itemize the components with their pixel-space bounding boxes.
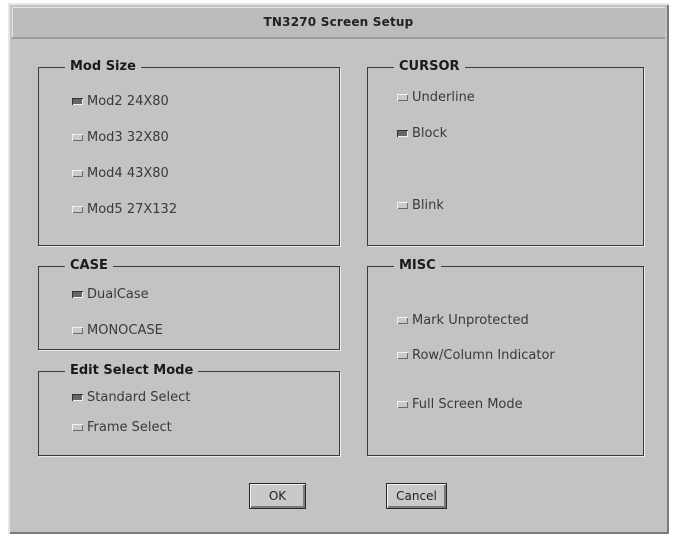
case-label: CASE [65, 258, 113, 273]
frame-select-indicator [72, 424, 83, 431]
cancel-button[interactable]: Cancel [386, 483, 447, 509]
case-group: CASE DualCase MONOCASE [38, 258, 340, 350]
mod-size-group: Mod Size Mod2 24X80 Mod3 32X80 Mod4 43X8… [38, 59, 340, 246]
dialog-window: TN3270 Screen Setup Mod Size Mod2 24X80 … [8, 3, 669, 534]
cursor-group: CURSOR Underline Block Blink [367, 59, 644, 246]
block-indicator [397, 130, 408, 137]
mark-unprotected-toggle[interactable]: Mark Unprotected [397, 313, 529, 328]
blink-label: Blink [412, 198, 444, 213]
full-screen-mode-label: Full Screen Mode [412, 397, 523, 412]
mod3-toggle[interactable]: Mod3 32X80 [72, 130, 169, 145]
edit-select-mode-label: Edit Select Mode [65, 363, 199, 378]
mod4-indicator [72, 170, 83, 177]
dualcase-indicator [72, 291, 83, 298]
block-label: Block [412, 126, 448, 141]
standard-select-label: Standard Select [87, 390, 191, 405]
mod2-indicator [72, 98, 83, 105]
mod5-indicator [72, 206, 83, 213]
frame-select-toggle[interactable]: Frame Select [72, 420, 172, 435]
cursor-label: CURSOR [394, 59, 465, 74]
mark-unprotected-label: Mark Unprotected [412, 313, 529, 328]
mark-unprotected-indicator [397, 317, 408, 324]
row-column-indicator-indicator [397, 352, 408, 359]
mod2-toggle[interactable]: Mod2 24X80 [72, 94, 169, 109]
mod5-label: Mod5 27X132 [87, 202, 178, 217]
mod2-label: Mod2 24X80 [87, 94, 169, 109]
mod3-indicator [72, 134, 83, 141]
misc-label: MISC [394, 258, 441, 273]
monocase-toggle[interactable]: MONOCASE [72, 323, 163, 338]
misc-group: MISC Mark Unprotected Row/Column Indicat… [367, 258, 644, 456]
block-toggle[interactable]: Block [397, 126, 447, 141]
full-screen-mode-indicator [397, 401, 408, 408]
mod4-label: Mod4 43X80 [87, 166, 169, 181]
standard-select-indicator [72, 394, 83, 401]
full-screen-mode-toggle[interactable]: Full Screen Mode [397, 397, 523, 412]
underline-toggle[interactable]: Underline [397, 90, 475, 105]
underline-indicator [397, 94, 408, 101]
dualcase-toggle[interactable]: DualCase [72, 287, 149, 302]
standard-select-toggle[interactable]: Standard Select [72, 390, 190, 405]
blink-indicator [397, 202, 408, 209]
edit-select-mode-group: Edit Select Mode Standard Select Frame S… [38, 363, 340, 456]
row-column-indicator-label: Row/Column Indicator [412, 348, 555, 363]
frame-select-label: Frame Select [87, 420, 172, 435]
underline-label: Underline [412, 90, 475, 105]
dualcase-label: DualCase [87, 287, 149, 302]
mod5-toggle[interactable]: Mod5 27X132 [72, 202, 177, 217]
title-bar[interactable]: TN3270 Screen Setup [12, 7, 665, 39]
row-column-indicator-toggle[interactable]: Row/Column Indicator [397, 348, 555, 363]
window-title: TN3270 Screen Setup [263, 15, 414, 29]
mod-size-label: Mod Size [65, 59, 141, 74]
blink-toggle[interactable]: Blink [397, 198, 444, 213]
ok-button[interactable]: OK [249, 483, 306, 509]
mod3-label: Mod3 32X80 [87, 130, 169, 145]
mod4-toggle[interactable]: Mod4 43X80 [72, 166, 169, 181]
monocase-indicator [72, 327, 83, 334]
monocase-label: MONOCASE [87, 323, 163, 338]
